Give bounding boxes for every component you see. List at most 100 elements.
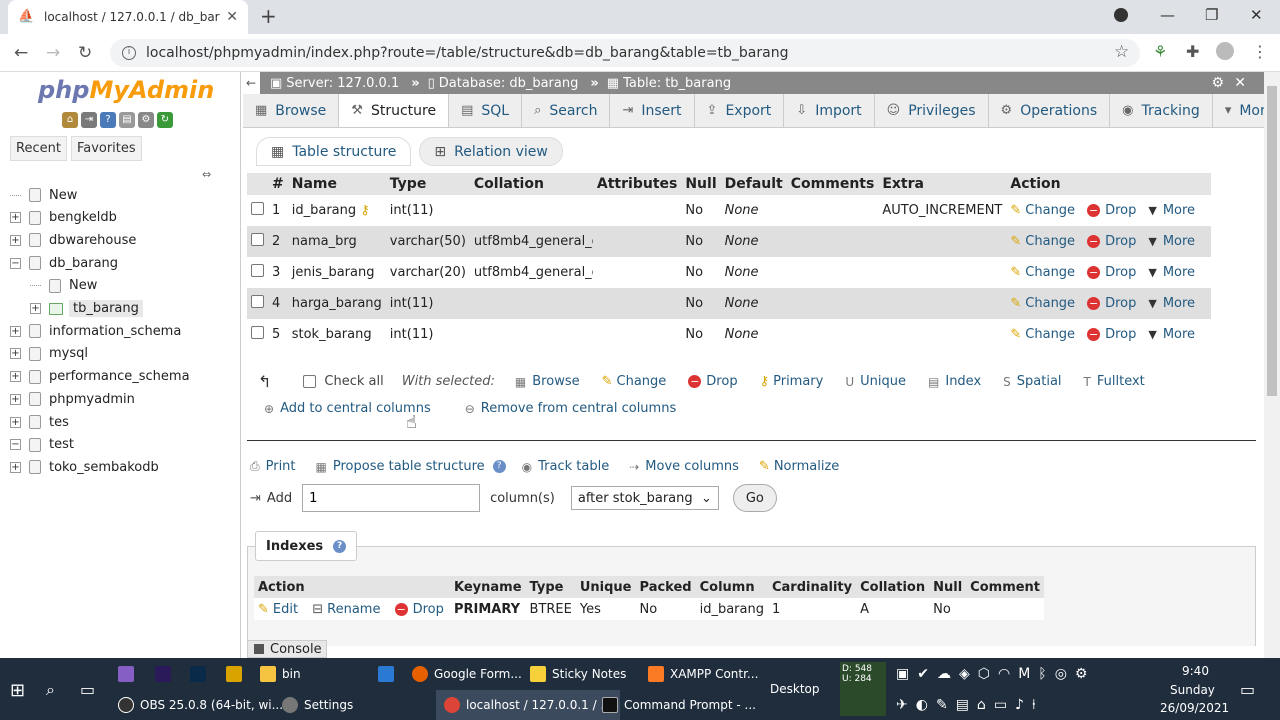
tab-structure[interactable]: ⚒ Structure (339, 94, 450, 127)
tray-app-icon[interactable]: ▤ (956, 697, 969, 713)
bulk-browse-button[interactable]: ▦ Browse (515, 374, 580, 389)
page-settings-gear-icon[interactable]: ⚙ (1211, 75, 1224, 91)
column-name[interactable]: id_barang (292, 203, 356, 218)
expand-icon[interactable]: + (10, 234, 21, 246)
more-button[interactable]: ▼ More (1148, 327, 1195, 342)
back-icon[interactable]: ← (14, 43, 28, 63)
move-columns-button[interactable]: ⇢ Move columns (629, 459, 739, 474)
bulk-change-button[interactable]: ✎ Change (602, 374, 667, 389)
vscode-icon[interactable] (378, 666, 400, 682)
row-checkbox[interactable] (251, 202, 264, 215)
tree-item[interactable]: + phpmyadmin (10, 389, 135, 409)
expand-icon[interactable]: + (10, 325, 21, 337)
settings-gear-icon[interactable]: ⚙ (138, 112, 154, 128)
tree-item[interactable]: + dbwarehouse (10, 230, 136, 250)
add-column-position-select[interactable]: after stok_barang ⌄ (570, 486, 719, 510)
tree-item[interactable]: New (10, 185, 77, 205)
tree-item[interactable]: − test (10, 435, 74, 455)
puzzle-extensions-icon[interactable]: ✚ (1186, 42, 1199, 61)
start-windows-icon[interactable]: ⊞ (10, 680, 25, 701)
microphone-icon[interactable]: ⍿ (1032, 697, 1036, 713)
change-button[interactable]: ✎ Change (1010, 296, 1075, 311)
drop-button[interactable]: − Drop (1087, 265, 1136, 280)
docs-icon[interactable]: ▤ (119, 112, 135, 128)
window-close-icon[interactable]: ✕ (1250, 6, 1263, 24)
check-all-label[interactable]: Check all (324, 374, 383, 389)
expand-icon[interactable]: + (10, 416, 21, 428)
expand-icon[interactable]: + (10, 393, 21, 405)
chrome-menu-icon[interactable]: ⋮ (1252, 42, 1268, 61)
phpmyadmin-logo[interactable]: phpMyAdmin (38, 76, 214, 104)
tab-insert[interactable]: ⇥ Insert (610, 94, 695, 127)
clock-time[interactable]: 9:40 (1182, 664, 1209, 678)
help-icon[interactable]: ? (492, 460, 506, 473)
bulk-spatial-button[interactable]: S Spatial (1003, 374, 1061, 389)
tree-item[interactable]: + information_schema (10, 321, 181, 341)
collapse-icon[interactable]: − (10, 257, 21, 269)
column-name[interactable]: stok_barang (292, 327, 372, 342)
scrollbar-thumb[interactable] (1267, 86, 1277, 396)
tab-tracking[interactable]: ◉ Tracking (1110, 94, 1213, 127)
track-table-button[interactable]: ◉ Track table (522, 459, 610, 474)
tray-app-icon[interactable]: ◈ (959, 666, 970, 682)
tab-import[interactable]: ⇩ Import (784, 94, 875, 127)
index-edit-button[interactable]: ✎ Edit (258, 602, 298, 617)
tray-app-icon[interactable]: ☁ (937, 666, 951, 682)
bulk-drop-button[interactable]: − Drop (688, 374, 738, 389)
browser-tab[interactable]: ⛵ localhost / 127.0.0.1 / db_barang ✕ (8, 0, 248, 34)
after-effects-icon[interactable] (155, 666, 177, 682)
wifi-icon[interactable]: ◠ (998, 666, 1010, 682)
tree-item[interactable]: + tb_barang (30, 299, 143, 319)
home-icon[interactable]: ⌂ (62, 112, 78, 128)
taskbar-google-form[interactable]: Google Form... (412, 666, 522, 682)
tree-item[interactable]: New (30, 276, 97, 296)
bulk-index-button[interactable]: ▤ Index (928, 374, 981, 389)
more-button[interactable]: ▼ More (1148, 296, 1195, 311)
tree-item[interactable]: + toko_sembakodb (10, 457, 159, 477)
tree-line-icon[interactable] (10, 194, 21, 196)
tab-sql[interactable]: ▤ SQL (449, 94, 523, 127)
collapse-panel-icon[interactable]: ← (242, 72, 260, 94)
bulk-fulltext-button[interactable]: T Fulltext (1084, 374, 1145, 389)
row-checkbox[interactable] (251, 264, 264, 277)
photoshop-icon[interactable] (190, 666, 212, 682)
tray-app-icon[interactable]: ✔ (917, 666, 929, 682)
clock-date[interactable]: 26/09/2021 (1160, 701, 1229, 715)
add-column-count-input[interactable] (302, 484, 481, 512)
check-all-checkbox[interactable] (303, 375, 317, 388)
minimize-icon[interactable]: — (1160, 6, 1175, 24)
more-button[interactable]: ▼ More (1148, 265, 1195, 280)
console-toggle[interactable]: Console (247, 640, 327, 658)
tray-app-icon[interactable]: ✈ (896, 697, 908, 713)
print-button[interactable]: ⎙ Print (250, 459, 296, 474)
desktop-toolbar[interactable]: Desktop (770, 682, 820, 696)
more-button[interactable]: ▼ More (1148, 234, 1195, 249)
drop-button[interactable]: − Drop (1087, 327, 1136, 342)
change-button[interactable]: ✎ Change (1010, 234, 1075, 249)
collapse-all-icon[interactable]: ⇔ (202, 168, 211, 181)
page-scrollbar[interactable] (1264, 72, 1280, 658)
column-name[interactable]: jenis_barang (292, 265, 375, 280)
maximize-icon[interactable]: ✕ (1234, 75, 1246, 91)
logout-icon[interactable]: ⇥ (81, 112, 97, 128)
reload-icon[interactable]: ↻ (78, 43, 92, 63)
index-rename-button[interactable]: ⊟ Rename (312, 602, 380, 617)
taskbar-sticky-notes[interactable]: Sticky Notes (530, 666, 626, 682)
tab-relation-view[interactable]: ⊞ Relation view (419, 137, 563, 166)
tab-table-structure[interactable]: ▦ Table structure (256, 137, 412, 166)
bookmark-star-icon[interactable]: ☆ (1114, 42, 1129, 62)
bulk-primary-button[interactable]: ⚷ Primary (760, 374, 824, 389)
volume-icon[interactable]: ♪ (1015, 697, 1024, 713)
profile-menu-icon[interactable] (1114, 8, 1128, 22)
row-checkbox[interactable] (251, 326, 264, 339)
tree-item[interactable]: + mysql (10, 344, 88, 364)
breadcrumb-table[interactable]: Table: tb_barang (623, 76, 731, 91)
remove-central-columns-button[interactable]: ⊖ Remove from central columns (465, 401, 677, 416)
tree-item[interactable]: + tes (10, 412, 69, 432)
propose-structure-button[interactable]: ▦ Propose table structure (316, 459, 485, 474)
taskbar-bin[interactable]: bin (260, 666, 301, 682)
drop-button[interactable]: − Drop (1087, 296, 1136, 311)
taskbar-obs[interactable]: OBS 25.0.8 (64-bit, wi... (118, 697, 283, 713)
tab-browse[interactable]: ▦ Browse (243, 94, 340, 127)
tab-search[interactable]: ⌕ Search (522, 94, 611, 127)
